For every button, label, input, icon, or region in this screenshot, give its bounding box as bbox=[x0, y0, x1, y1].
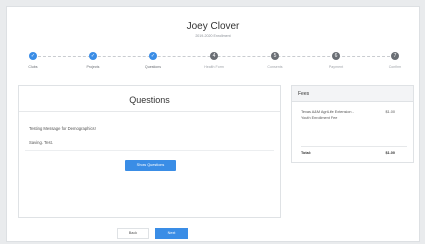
divider bbox=[25, 150, 274, 151]
fee-total-row: Total: $1.00 bbox=[301, 146, 407, 155]
enrollment-card: Joey Clover 2019-2020 Enrollment ✓ Clubs… bbox=[6, 6, 420, 242]
step-label: Health Form bbox=[204, 65, 224, 69]
step-questions[interactable]: ✓ Questions bbox=[133, 49, 173, 69]
member-name: Joey Clover bbox=[186, 21, 240, 32]
step-check-icon: ✓ bbox=[149, 52, 157, 60]
step-number: 7 bbox=[391, 52, 399, 60]
progress-stepper: ✓ Clubs ✓ Projects ✓ Questions 4 Health … bbox=[7, 49, 421, 79]
fee-item-amount: $1.00 bbox=[385, 110, 395, 114]
fee-item-name: Texas A&M AgriLife Extension - Youth Enr… bbox=[301, 110, 354, 120]
step-label: Confirm bbox=[388, 65, 402, 69]
fee-item: Texas A&M AgriLife Extension - Youth Enr… bbox=[301, 110, 407, 121]
back-button[interactable]: Back bbox=[117, 228, 149, 239]
questions-message: Testing Message for Demographics! bbox=[29, 126, 96, 131]
step-check-icon: ✓ bbox=[29, 52, 37, 60]
step-label: Payment bbox=[328, 65, 344, 69]
step-check-icon: ✓ bbox=[89, 52, 97, 60]
step-label: Questions bbox=[144, 65, 162, 69]
fee-total-amount: $1.00 bbox=[385, 151, 395, 155]
page-header: Joey Clover 2019-2020 Enrollment bbox=[7, 21, 419, 39]
fees-panel: Fees Texas A&M AgriLife Extension - Yout… bbox=[291, 85, 414, 163]
step-number: 4 bbox=[210, 52, 218, 60]
questions-title: Questions bbox=[129, 95, 170, 105]
enrollment-subtitle: 2019-2020 Enrollment bbox=[195, 34, 231, 38]
questions-message-secondary: Saving. Test. bbox=[29, 140, 53, 145]
step-label: Projects bbox=[86, 65, 100, 69]
step-projects[interactable]: ✓ Projects bbox=[73, 49, 113, 69]
fees-title: Fees bbox=[292, 86, 413, 102]
show-questions-button[interactable]: Show Questions bbox=[125, 160, 176, 171]
step-consents[interactable]: 5 Consents bbox=[255, 49, 295, 69]
step-health-form[interactable]: 4 Health Form bbox=[194, 49, 234, 69]
step-confirm[interactable]: 7 Confirm bbox=[375, 49, 415, 69]
step-number: 5 bbox=[271, 52, 279, 60]
next-button[interactable]: Next bbox=[155, 228, 188, 239]
step-clubs[interactable]: ✓ Clubs bbox=[13, 49, 53, 69]
questions-panel: Questions Testing Message for Demographi… bbox=[18, 85, 281, 218]
step-payment[interactable]: 6 Payment bbox=[316, 49, 356, 69]
divider bbox=[19, 111, 280, 112]
step-label: Clubs bbox=[28, 65, 38, 69]
step-label: Consents bbox=[267, 65, 283, 69]
step-number: 6 bbox=[332, 52, 340, 60]
